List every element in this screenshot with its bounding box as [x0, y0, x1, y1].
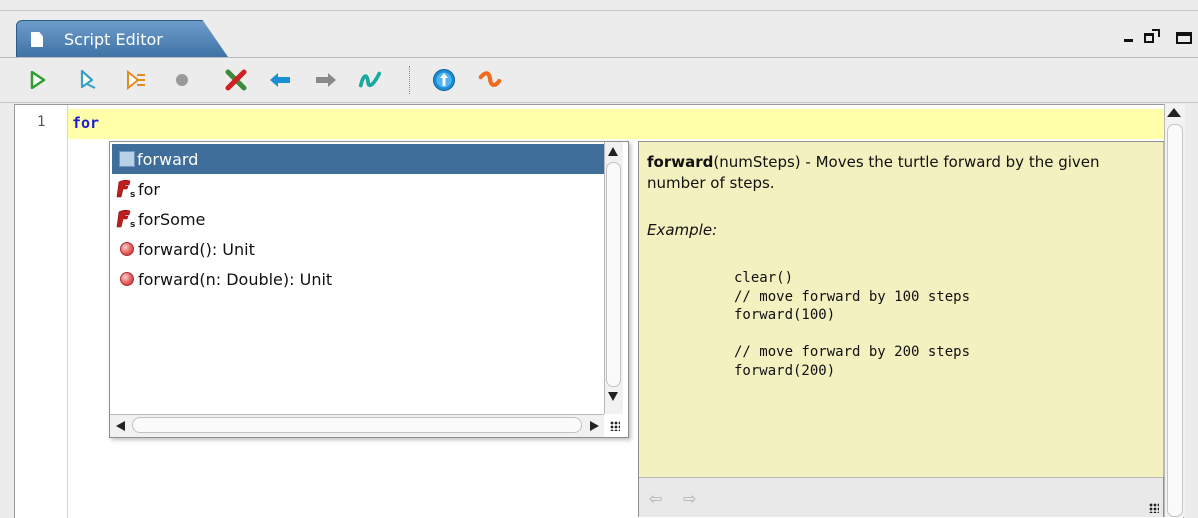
trace-button[interactable]: [124, 68, 148, 92]
restore-icon[interactable]: [1176, 29, 1194, 47]
scroll-thumb[interactable]: [1167, 124, 1183, 517]
doc-description: forward(numSteps) - Moves the turtle for…: [647, 152, 1147, 194]
completion-item-label: for: [138, 179, 160, 199]
line-number: 1: [37, 114, 46, 130]
completion-item-forward-double[interactable]: forward(n: Double): Unit: [112, 264, 604, 294]
completion-item-for[interactable]: s for: [112, 174, 604, 204]
completion-item-label: forSome: [138, 209, 206, 229]
completion-item-forward-unit[interactable]: forward(): Unit: [112, 234, 604, 264]
trace-icon: [127, 70, 145, 90]
doc-example-code: clear() // move forward by 100 steps for…: [734, 270, 971, 379]
scroll-left-icon[interactable]: [116, 421, 125, 431]
format-button[interactable]: [358, 68, 382, 92]
toolbar: [0, 58, 1198, 103]
completion-item-label: forward(n: Double): Unit: [138, 269, 333, 289]
scroll-up-icon[interactable]: [1167, 108, 1181, 117]
line-gutter: 1: [15, 105, 68, 518]
stop-icon: [176, 74, 188, 86]
tab-bar: Script Editor: [0, 20, 1198, 58]
toolbar-separator: [409, 66, 410, 94]
scroll-right-icon[interactable]: [590, 421, 599, 431]
upload-button[interactable]: [432, 68, 456, 92]
method-icon: [116, 238, 138, 260]
scroll-up-icon[interactable]: [608, 147, 618, 156]
completion-item-label: forward: [137, 149, 199, 169]
clear-output-icon: [225, 69, 247, 91]
svg-text:s: s: [130, 220, 135, 229]
reset-icon: [478, 71, 502, 87]
editor-vertical-scrollbar[interactable]: [1164, 104, 1185, 517]
completion-list: forward s for s forSome forward(): Unit …: [110, 142, 604, 414]
method-icon: [116, 268, 138, 290]
doc-scrollbar-divider: [1163, 142, 1164, 477]
completion-item-label: forward(): Unit: [138, 239, 255, 259]
reset-button[interactable]: [478, 68, 502, 92]
format-icon: [358, 71, 382, 88]
document-icon: [31, 32, 43, 47]
code-keyword[interactable]: for: [72, 114, 99, 132]
upload-icon: [433, 69, 455, 91]
history-forward-icon: [316, 73, 336, 87]
doc-description-text: (numSteps) - Moves the turtle forward by…: [647, 153, 1100, 192]
scroll-thumb[interactable]: [606, 162, 621, 387]
completion-item-forward[interactable]: forward: [112, 144, 604, 174]
current-line-highlight: [68, 109, 1183, 139]
documentation-popup: forward(numSteps) - Moves the turtle for…: [638, 141, 1164, 517]
keyword-template-icon: s: [116, 178, 138, 200]
run-button[interactable]: [26, 68, 50, 92]
completion-popup: forward s for s forSome forward(): Unit …: [109, 141, 629, 438]
scroll-down-icon[interactable]: [608, 392, 618, 401]
clear-output-button[interactable]: [224, 68, 248, 92]
documentation-body: forward(numSteps) - Moves the turtle for…: [639, 142, 1163, 477]
history-back-button[interactable]: [268, 68, 292, 92]
completion-item-forsome[interactable]: s forSome: [112, 204, 604, 234]
template-icon: [119, 151, 135, 167]
keyword-template-icon: s: [116, 208, 138, 230]
maximize-icon[interactable]: [1144, 29, 1160, 47]
completion-vertical-scrollbar[interactable]: [604, 142, 623, 414]
doc-example-label: Example:: [647, 221, 718, 239]
doc-footer: ⇦ ⇨: [639, 477, 1163, 517]
minimize-icon[interactable]: [1124, 29, 1136, 47]
resize-grip-icon[interactable]: [610, 421, 620, 431]
history-back-icon: [270, 73, 290, 87]
doc-function-name: forward: [647, 153, 714, 171]
run-icon: [30, 71, 46, 89]
window-top-border: [0, 0, 1198, 11]
history-forward-button[interactable]: [314, 68, 338, 92]
completion-horizontal-scrollbar[interactable]: [110, 414, 604, 437]
resize-grip-icon[interactable]: [1149, 503, 1159, 513]
tab-script-editor[interactable]: Script Editor: [16, 20, 228, 57]
scroll-thumb[interactable]: [132, 417, 582, 433]
doc-forward-icon[interactable]: ⇨: [683, 489, 696, 508]
tab-label: Script Editor: [64, 30, 163, 49]
run-worksheet-button[interactable]: [76, 68, 100, 92]
run-worksheet-icon: [80, 70, 96, 89]
doc-back-icon[interactable]: ⇦: [649, 489, 662, 508]
stop-button[interactable]: [170, 68, 194, 92]
svg-text:s: s: [130, 190, 135, 199]
